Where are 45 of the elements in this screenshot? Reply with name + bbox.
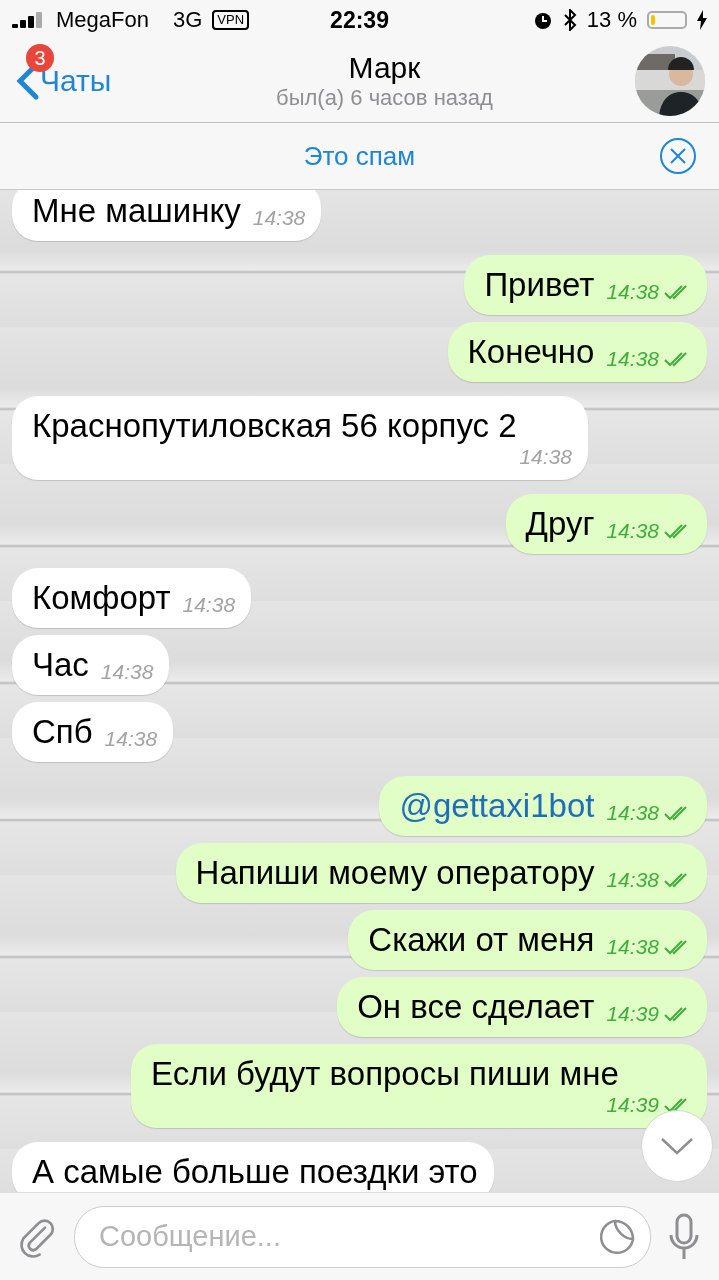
message-text: Если будут вопросы пиши мне xyxy=(151,1055,620,1093)
message-text: Напиши моему оператору xyxy=(195,854,595,892)
message-time: 14:38 xyxy=(606,868,659,892)
message-text: Конечно xyxy=(467,333,595,371)
alarm-icon xyxy=(532,10,553,30)
microphone-icon[interactable] xyxy=(667,1212,701,1261)
chat-title: Марк xyxy=(348,51,421,85)
battery-icon xyxy=(647,11,687,29)
close-icon[interactable] xyxy=(659,137,697,175)
message-time: 14:39 xyxy=(606,1093,659,1117)
last-seen-status: был(а) 6 часов назад xyxy=(276,85,493,111)
message-text: Краснопутиловская 56 корпус 2 xyxy=(32,407,518,445)
network-type: 3G xyxy=(172,7,203,33)
message-text: А самые больше поездки это xyxy=(32,1153,478,1191)
charging-icon xyxy=(697,10,707,30)
message-text: Он все сделает xyxy=(357,988,595,1026)
message-time: 14:38 xyxy=(606,935,659,959)
message-time: 14:38 xyxy=(606,280,659,304)
message-time: 14:38 xyxy=(182,593,236,617)
message-time: 14:38 xyxy=(606,519,659,543)
message-text: Комфорт xyxy=(32,579,171,617)
message-text: Спб xyxy=(32,713,93,751)
carrier-name: MegaFon xyxy=(56,7,149,33)
mention-link[interactable]: @gettaxi1bot xyxy=(399,787,595,825)
message-time: 14:38 xyxy=(606,801,659,825)
message-text: Мне машинку xyxy=(32,192,241,230)
message-field[interactable]: Сообщение... xyxy=(74,1205,651,1268)
sticker-icon[interactable] xyxy=(598,1217,636,1256)
message-text: Час xyxy=(32,646,89,684)
message-text: Привет xyxy=(484,266,595,304)
message-time: 14:38 xyxy=(252,206,306,230)
message-time: 14:38 xyxy=(606,347,659,371)
battery-percent: 13 % xyxy=(586,7,637,33)
chevron-down-icon xyxy=(660,1137,694,1155)
message-text: Скажи от меня xyxy=(368,921,595,959)
vpn-indicator: VPN xyxy=(212,10,250,30)
message-text: Друг xyxy=(525,505,595,543)
unread-badge: 3 xyxy=(26,44,54,72)
report-spam-button[interactable]: Это спам xyxy=(297,139,422,173)
message-time: 14:38 xyxy=(100,660,154,684)
message-time: 14:39 xyxy=(606,1002,659,1026)
bluetooth-icon xyxy=(562,9,577,31)
message-time: 14:38 xyxy=(519,445,572,469)
message-time: 14:38 xyxy=(104,727,158,751)
status-time: 22:39 xyxy=(330,6,389,34)
